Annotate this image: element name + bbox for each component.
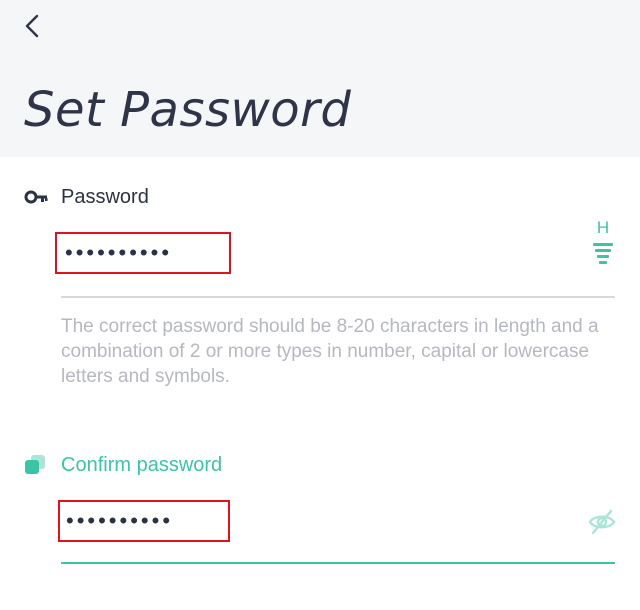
- confirm-password-label: Confirm password: [61, 454, 223, 476]
- strength-letter: H: [596, 218, 610, 237]
- back-arrow-icon: [25, 14, 39, 38]
- password-underline: [61, 296, 615, 298]
- strength-meter-icon: [593, 243, 613, 264]
- toggle-visibility-button[interactable]: [588, 508, 616, 536]
- key-icon: [24, 186, 48, 208]
- page-title: Set Password: [24, 82, 352, 138]
- header: Set Password: [0, 0, 640, 157]
- password-hint: The correct password should be 8-20 char…: [61, 316, 599, 387]
- confirm-password-underline: [61, 562, 615, 564]
- password-strength-indicator: H: [590, 219, 616, 269]
- eye-off-icon: [588, 509, 616, 535]
- confirm-password-input[interactable]: ••••••••••: [58, 500, 230, 542]
- password-label: Password: [61, 186, 149, 208]
- password-input[interactable]: ••••••••••: [55, 232, 231, 274]
- back-button[interactable]: [18, 8, 50, 44]
- confirm-squares-icon: [24, 454, 46, 476]
